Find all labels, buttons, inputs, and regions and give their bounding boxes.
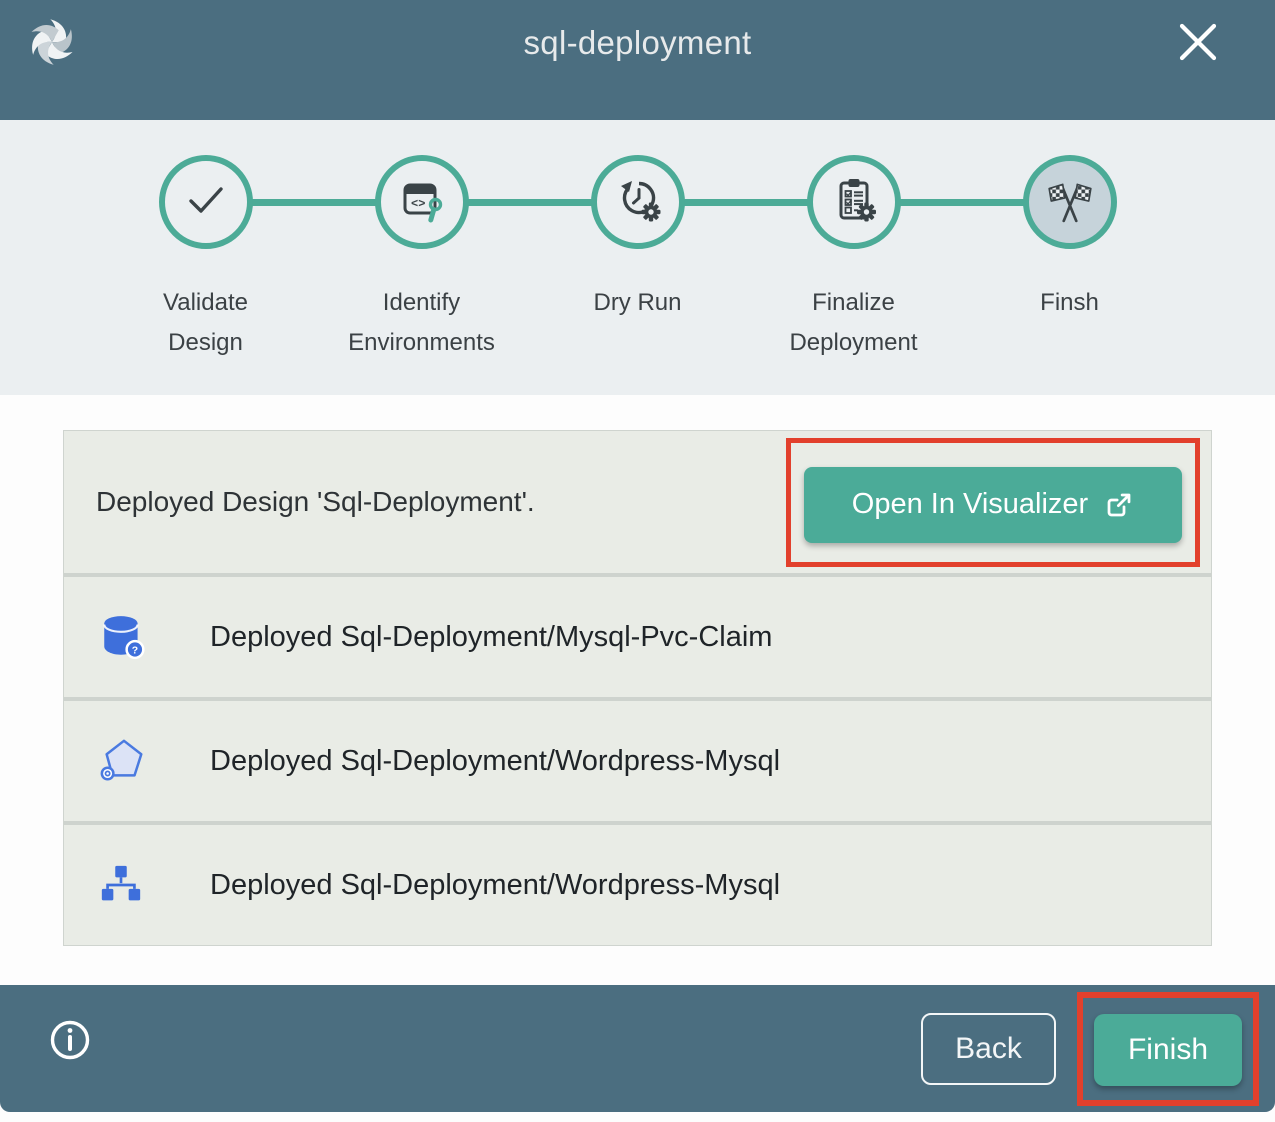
hierarchy-icon <box>98 862 170 908</box>
annotation-highlight-finish: Finish <box>1077 992 1259 1106</box>
deployed-item-text: Deployed Sql-Deployment/Wordpress-Mysql <box>210 745 780 778</box>
info-icon[interactable] <box>48 1018 92 1062</box>
step-label: Dry Run <box>555 283 720 323</box>
database-icon: ? <box>98 612 170 662</box>
external-link-icon <box>1104 490 1134 520</box>
annotation-highlight-visualizer: Open In Visualizer <box>786 438 1200 567</box>
svg-text:?: ? <box>132 646 138 657</box>
step-label: Identify Environments <box>339 283 504 363</box>
clipboard-gear-icon <box>830 176 878 229</box>
pentagon-icon <box>98 736 170 786</box>
back-button[interactable]: Back <box>921 1013 1056 1085</box>
step-finalize-deployment: Finalize Deployment <box>746 155 962 363</box>
close-icon[interactable] <box>1178 22 1218 62</box>
results-area: Deployed Design 'Sql-Deployment'. Open I… <box>0 395 1275 985</box>
history-gear-icon <box>614 176 662 229</box>
deployed-item-row: ? Deployed Sql-Deployment/Mysql-Pvc-Clai… <box>64 573 1211 697</box>
deployment-message-row: Deployed Design 'Sql-Deployment'. Open I… <box>64 431 1211 573</box>
wizard-stepper: Validate Design <> Identify Environme <box>0 120 1275 395</box>
open-in-visualizer-button[interactable]: Open In Visualizer <box>804 467 1182 543</box>
modal-header: sql-deployment <box>0 0 1275 120</box>
finish-button[interactable]: Finish <box>1094 1014 1242 1086</box>
finish-flags-icon <box>1045 175 1095 230</box>
step-label: Finalize Deployment <box>771 283 936 363</box>
step-finish: Finsh <box>962 155 1178 363</box>
deployed-item-text: Deployed Sql-Deployment/Wordpress-Mysql <box>210 869 780 902</box>
step-dry-run: Dry Run <box>530 155 746 363</box>
deployed-item-row: Deployed Sql-Deployment/Wordpress-Mysql <box>64 821 1211 945</box>
modal-footer: Back Finish <box>0 985 1275 1112</box>
step-label: Validate Design <box>123 283 288 363</box>
code-wrench-icon: <> <box>398 176 446 229</box>
deployment-results-card: Deployed Design 'Sql-Deployment'. Open I… <box>63 430 1212 946</box>
deployed-item-row: Deployed Sql-Deployment/Wordpress-Mysql <box>64 697 1211 821</box>
deployment-message: Deployed Design 'Sql-Deployment'. <box>96 486 535 518</box>
open-in-visualizer-label: Open In Visualizer <box>852 488 1088 521</box>
check-icon <box>180 174 232 231</box>
step-identify-environments: <> Identify Environments <box>314 155 530 363</box>
deployed-item-text: Deployed Sql-Deployment/Mysql-Pvc-Claim <box>210 621 772 654</box>
step-validate-design: Validate Design <box>98 155 314 363</box>
modal-title: sql-deployment <box>0 0 1275 120</box>
svg-text:<>: <> <box>411 197 425 211</box>
step-label: Finsh <box>987 283 1152 323</box>
deployment-wizard-modal: sql-deployment Validate Design <box>0 0 1275 1122</box>
